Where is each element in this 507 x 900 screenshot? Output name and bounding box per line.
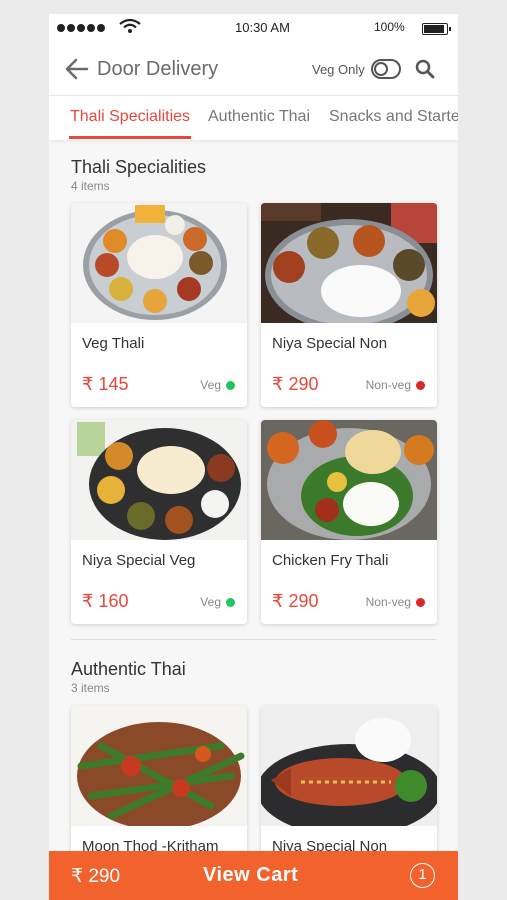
page-title: Door Delivery (97, 58, 219, 80)
section-item-count: 3 items (71, 681, 110, 695)
section-title: Thali Specialities (71, 157, 207, 177)
veg-only-label: Veg Only (312, 62, 365, 77)
item-price: ₹ 290 (272, 591, 319, 611)
back-arrow-icon[interactable] (65, 58, 89, 80)
item-price: ₹ 145 (82, 374, 129, 394)
item-price: ₹ 160 (82, 591, 129, 611)
tab-snacks-and-starters[interactable]: Snacks and Starters (329, 108, 458, 126)
tab-thali-specialities[interactable]: Thali Specialities (70, 108, 190, 126)
food-image (71, 706, 247, 826)
item-name: Niya Special Veg (82, 552, 196, 569)
non-veg-dot-icon (416, 380, 425, 390)
signal-icon (57, 24, 105, 32)
cart-total: ₹ 290 (71, 866, 121, 887)
item-name: Veg Thali (82, 335, 145, 352)
active-tab-indicator (69, 136, 191, 139)
section-divider (71, 639, 436, 640)
veg-only-toggle[interactable] (371, 59, 401, 79)
item-price: ₹ 290 (272, 374, 319, 394)
app-header: Door Delivery Veg Only (49, 42, 458, 96)
food-image (71, 203, 247, 323)
item-name: Niya Special Non (272, 335, 388, 352)
section-title: Authentic Thai (71, 659, 186, 679)
status-bar: 10:30 AM 100% (49, 14, 458, 42)
diet-tag: Veg (200, 378, 235, 392)
phone-screen: 10:30 AM 100% Door Delivery Veg Only Tha… (49, 14, 458, 900)
diet-tag: Non-veg (366, 595, 425, 609)
item-name: Chicken Fry Thali (272, 552, 389, 569)
food-image (71, 420, 247, 540)
veg-dot-icon (226, 380, 235, 390)
menu-item-card[interactable]: Niya Special Non ₹ 290 Non-veg (261, 203, 437, 407)
diet-tag: Veg (200, 595, 235, 609)
section-item-count: 4 items (71, 179, 110, 193)
diet-tag-label: Veg (200, 378, 221, 392)
food-image (261, 420, 437, 540)
view-cart-bar[interactable]: ₹ 290 View Cart 1 (49, 851, 458, 900)
food-image (261, 203, 437, 323)
diet-tag: Non-veg (366, 378, 425, 392)
diet-tag-label: Non-veg (365, 595, 411, 609)
non-veg-dot-icon (416, 597, 425, 607)
view-cart-button[interactable]: View Cart (203, 864, 298, 887)
diet-tag-label: Non-veg (365, 378, 411, 392)
battery-percent: 100% (374, 20, 405, 34)
toggle-knob (374, 62, 388, 76)
veg-dot-icon (226, 597, 235, 607)
food-image (261, 706, 437, 826)
category-tabs: Thali Specialities Authentic Thai Snacks… (49, 96, 458, 140)
status-time: 10:30 AM (235, 20, 290, 35)
diet-tag-label: Veg (200, 595, 221, 609)
menu-item-card[interactable]: Veg Thali ₹ 145 Veg (71, 203, 247, 407)
wifi-icon (119, 18, 141, 33)
tab-authentic-thai[interactable]: Authentic Thai (208, 108, 310, 126)
search-icon[interactable] (415, 59, 435, 79)
battery-icon (422, 23, 451, 35)
cart-count-badge: 1 (410, 863, 435, 888)
menu-item-card[interactable]: Niya Special Veg ₹ 160 Veg (71, 420, 247, 624)
menu-item-card[interactable]: Chicken Fry Thali ₹ 290 Non-veg (261, 420, 437, 624)
